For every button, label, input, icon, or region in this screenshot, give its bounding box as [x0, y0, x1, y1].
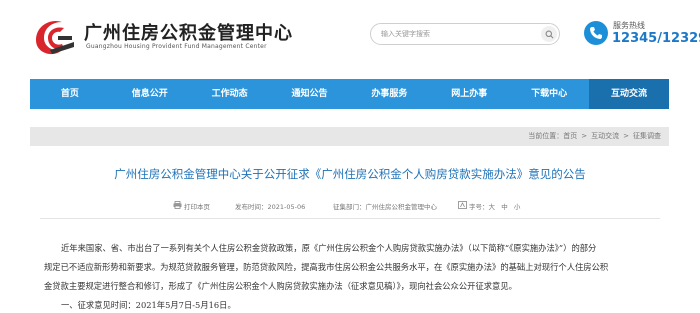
org-name-en: Guangzhou Housing Provident Fund Managem…	[86, 43, 267, 50]
logo-icon[interactable]	[30, 14, 78, 58]
paragraph-text: 金贷款主要规定进行整合和修订，形成了《广州住房公积金个人购房贷款实施办法（征求意…	[44, 281, 517, 291]
nav-item-notices[interactable]: 通知公告	[270, 79, 350, 109]
breadcrumb-item-interaction[interactable]: 互动交流	[591, 132, 619, 140]
article-paragraph: 一、征求意见时间：2021年5月7日-5月16日。	[44, 295, 658, 313]
font-size-large[interactable]: 大	[489, 203, 496, 211]
search-box	[370, 23, 560, 45]
breadcrumb-bar: 当前位置：首页 > 互动交流 > 征集调查	[30, 127, 669, 146]
article-paragraph: 金贷款主要规定进行整合和修订，形成了《广州住房公积金个人购房贷款实施办法（征求意…	[44, 276, 658, 296]
nav-item-online-services[interactable]: 网上办事	[429, 79, 509, 109]
main-nav: 首页 信息公开 工作动态 通知公告 办事服务 网上办事 下载中心 互动交流	[30, 79, 669, 109]
nav-item-work-news[interactable]: 工作动态	[190, 79, 270, 109]
breadcrumb: 当前位置：首页 > 互动交流 > 征集调查	[528, 131, 661, 141]
publish-date: 发布时间：2021-05-06	[235, 203, 306, 211]
breadcrumb-item-survey[interactable]: 征集调查	[633, 132, 661, 140]
article-paragraph: 规定已不适应新形势和新要求。为规范贷款服务管理，防范贷款风险，提高我市住房公积金…	[44, 257, 658, 277]
paragraph-text: 一、征求意见时间：2021年5月7日-5月16日。	[61, 300, 236, 310]
article-title: 广州住房公积金管理中心关于公开征求《广州住房公积金个人购房贷款实施办法》意见的公…	[114, 167, 586, 181]
search-icon	[545, 30, 553, 38]
print-link[interactable]: 打印本页	[184, 201, 210, 211]
hotline-label: 服务热线	[613, 21, 645, 30]
font-size-label: 字号：	[469, 203, 489, 211]
nav-item-home[interactable]: 首页	[30, 79, 110, 109]
nav-item-services[interactable]: 办事服务	[350, 79, 430, 109]
nav-item-interaction[interactable]: 互动交流	[589, 79, 669, 109]
phone-icon	[584, 21, 608, 45]
nav-item-downloads[interactable]: 下载中心	[509, 79, 589, 109]
search-button[interactable]	[541, 26, 557, 42]
breadcrumb-prefix: 当前位置：	[528, 132, 564, 140]
article-meta: 打印本页 发布时间：2021-05-06 征集部门：广州住房公积金管理中心 字号…	[0, 201, 700, 213]
font-size-medium[interactable]: 中	[501, 203, 508, 211]
site-header: 广州住房公积金管理中心 Guangzhou Housing Provident …	[0, 0, 700, 72]
hotline-number: 12345/12329	[612, 31, 700, 46]
paragraph-text: 规定已不适应新形势和新要求。为规范贷款服务管理，防范贷款风险，提高我市住房公积金…	[44, 262, 609, 272]
article-paragraph: 近年来国家、省、市出台了一系列有关个人住房公积金贷款政策，原《广州住房公积金个人…	[44, 238, 658, 258]
breadcrumb-item-home[interactable]: 首页	[563, 132, 577, 140]
solicit-dept: 征集部门：广州住房公积金管理中心	[333, 203, 437, 211]
org-name: 广州住房公积金管理中心	[84, 23, 293, 44]
divider	[40, 218, 660, 219]
font-size-small[interactable]: 小	[514, 203, 521, 211]
breadcrumb-separator: >	[581, 132, 588, 140]
printer-icon[interactable]	[173, 201, 182, 209]
font-size-icon	[458, 201, 467, 209]
nav-item-info-disclosure[interactable]: 信息公开	[110, 79, 190, 109]
paragraph-text: 近年来国家、省、市出台了一系列有关个人住房公积金贷款政策，原《广州住房公积金个人…	[61, 243, 597, 253]
font-size-controls: 字号：大 中 小	[469, 201, 520, 211]
breadcrumb-separator: >	[623, 132, 629, 140]
search-input[interactable]	[381, 27, 521, 41]
